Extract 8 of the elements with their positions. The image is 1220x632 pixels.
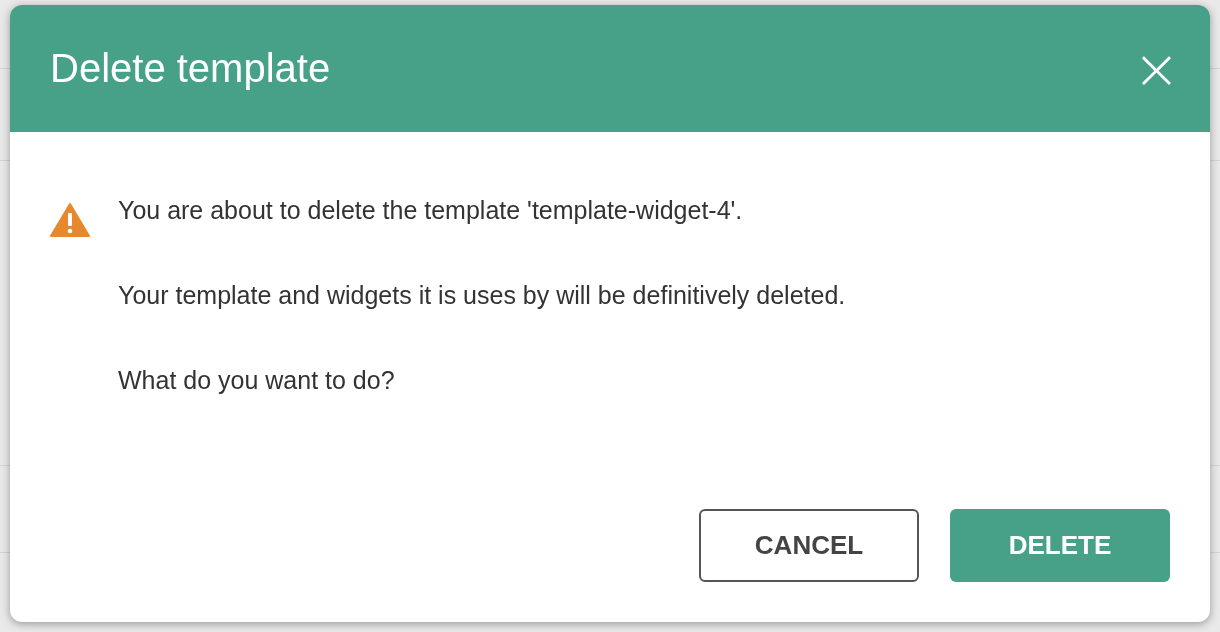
close-button[interactable]: × [1123, 40, 1190, 97]
message-text: Your template and widgets it is uses by will be definitively deleted. [118, 280, 846, 310]
dialog-title: Delete template [50, 46, 331, 91]
message-text: What do you want to do? [118, 365, 396, 395]
message-text: You are about to delete the template 'template-widget-4'. [118, 195, 744, 225]
delete-button[interactable]: DELETE [950, 509, 1170, 582]
cancel-button[interactable]: CANCEL [699, 509, 919, 582]
warning-icon [50, 203, 90, 237]
